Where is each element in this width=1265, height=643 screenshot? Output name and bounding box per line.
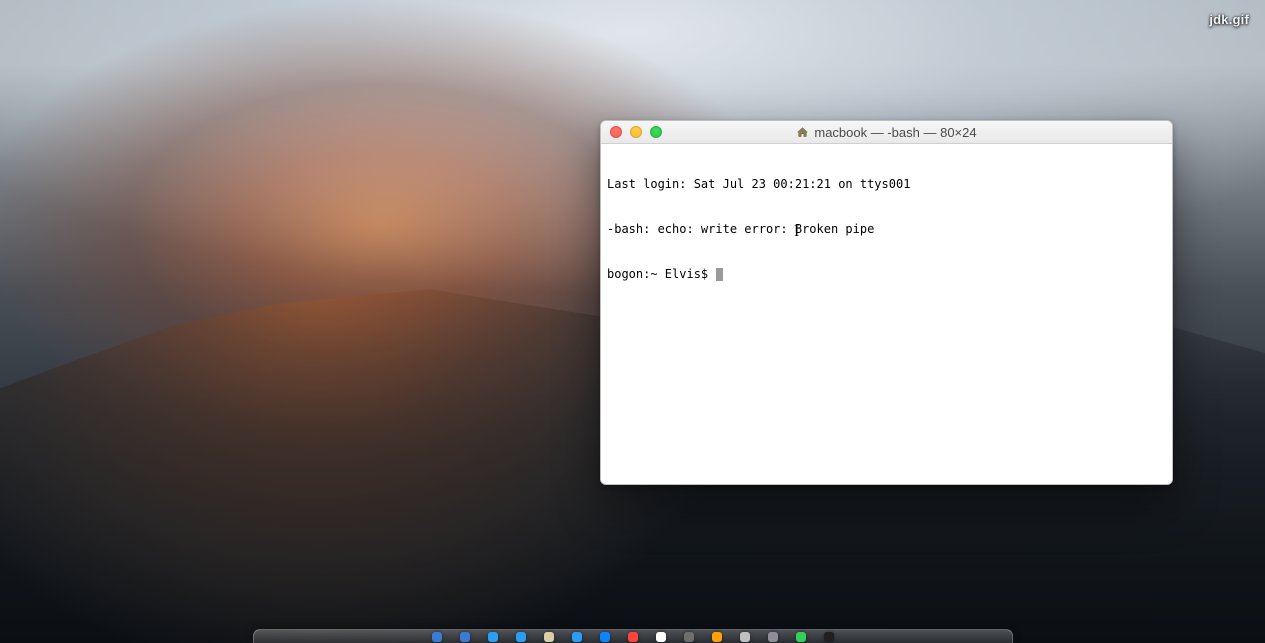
dock-item[interactable] bbox=[768, 632, 778, 642]
dock-item[interactable] bbox=[516, 632, 526, 642]
traffic-lights bbox=[601, 126, 662, 138]
window-title-wrap: macbook — -bash — 80×24 bbox=[601, 125, 1172, 140]
minimize-icon[interactable] bbox=[630, 126, 642, 138]
window-titlebar[interactable]: macbook — -bash — 80×24 bbox=[601, 121, 1172, 144]
desktop-file-label[interactable]: jdk.gif bbox=[1209, 12, 1249, 27]
dock-item[interactable] bbox=[824, 632, 834, 642]
text-cursor-icon: I bbox=[794, 224, 799, 240]
terminal-prompt-line: bogon:~ Elvis$ bbox=[607, 267, 1166, 282]
terminal-line: -bash: echo: write error: Broken pipe bbox=[607, 222, 1166, 237]
dock[interactable] bbox=[253, 629, 1013, 643]
dock-item[interactable] bbox=[712, 632, 722, 642]
terminal-window[interactable]: macbook — -bash — 80×24 Last login: Sat … bbox=[600, 120, 1173, 485]
zoom-icon[interactable] bbox=[650, 126, 662, 138]
dock-item[interactable] bbox=[740, 632, 750, 642]
dock-item[interactable] bbox=[544, 632, 554, 642]
window-title: macbook — -bash — 80×24 bbox=[814, 125, 976, 140]
dock-item[interactable] bbox=[432, 632, 442, 642]
close-icon[interactable] bbox=[610, 126, 622, 138]
dock-item[interactable] bbox=[796, 632, 806, 642]
dock-item[interactable] bbox=[460, 632, 470, 642]
dock-item[interactable] bbox=[628, 632, 638, 642]
desktop[interactable]: jdk.gif macbook — -bash — 80×24 Last log… bbox=[0, 0, 1265, 643]
terminal-body[interactable]: Last login: Sat Jul 23 00:21:21 on ttys0… bbox=[601, 144, 1172, 484]
dock-item[interactable] bbox=[600, 632, 610, 642]
dock-item[interactable] bbox=[488, 632, 498, 642]
block-cursor-icon bbox=[716, 268, 723, 281]
terminal-prompt: bogon:~ Elvis$ bbox=[607, 267, 715, 282]
home-icon bbox=[796, 126, 809, 139]
dock-item[interactable] bbox=[572, 632, 582, 642]
dock-item[interactable] bbox=[656, 632, 666, 642]
dock-item[interactable] bbox=[684, 632, 694, 642]
terminal-line: Last login: Sat Jul 23 00:21:21 on ttys0… bbox=[607, 177, 1166, 192]
